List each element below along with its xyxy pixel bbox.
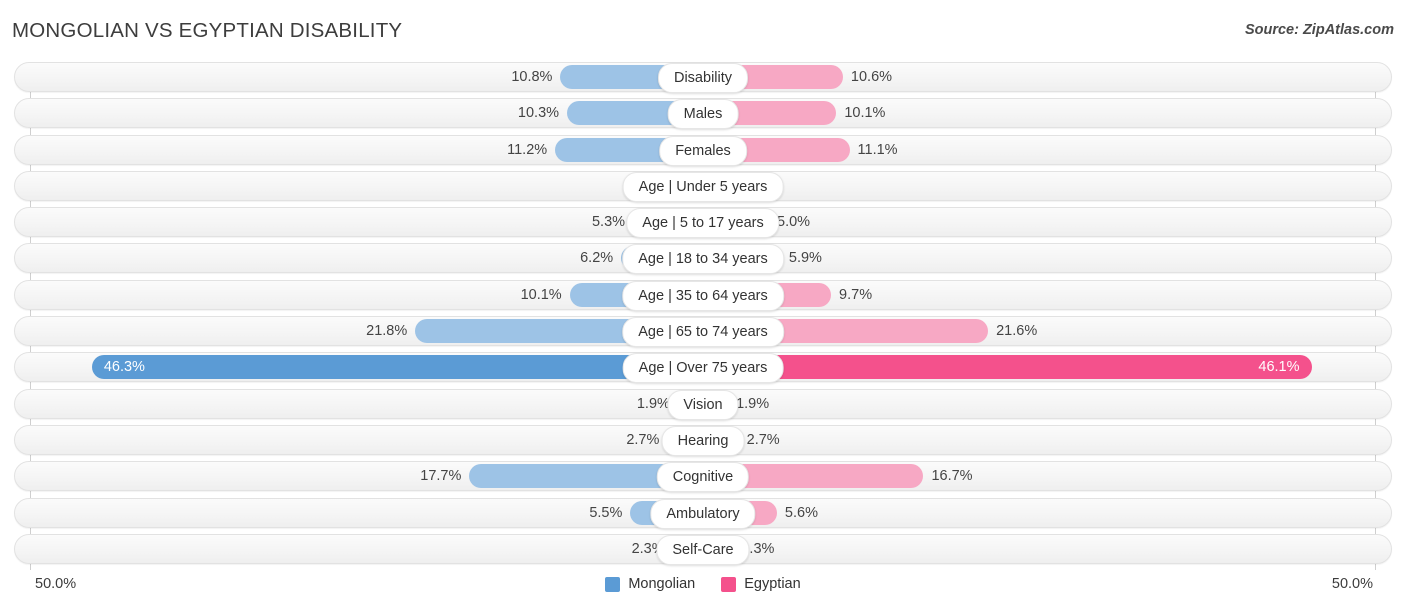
legend-label: Egyptian <box>744 576 801 592</box>
value-label-egyptian: 1.9% <box>736 395 770 412</box>
value-label-mongolian: 10.3% <box>517 105 560 122</box>
category-label[interactable]: Hearing <box>661 425 745 456</box>
category-label[interactable]: Age | 5 to 17 years <box>626 208 780 239</box>
category-label[interactable]: Males <box>667 99 739 130</box>
category-label[interactable]: Age | Under 5 years <box>622 171 784 202</box>
category-label[interactable]: Disability <box>657 63 749 93</box>
chart-row: 17.7% 16.7% Cognitive <box>0 461 1406 493</box>
legend-swatch-icon <box>721 576 737 592</box>
value-label-egyptian: 11.1% <box>857 141 898 158</box>
value-label-mongolian: 17.7% <box>420 468 462 485</box>
value-label-egyptian: 2.3% <box>741 540 775 557</box>
chart-footer: 50.0% 50.0% Mongolian Egyptian <box>0 570 1406 612</box>
value-label-egyptian: 5.6% <box>784 504 818 521</box>
legend-item[interactable]: Mongolian <box>605 576 695 592</box>
value-label-mongolian: 11.2% <box>507 141 548 158</box>
value-label-mongolian: 10.8% <box>511 69 553 85</box>
value-label-mongolian: 10.1% <box>520 286 562 303</box>
chart-row: 21.8% 21.6% Age | 65 to 74 years <box>0 316 1406 348</box>
chart-row: 1.9% 1.9% Vision <box>0 388 1406 420</box>
category-label[interactable]: Cognitive <box>656 462 750 493</box>
legend-label: Mongolian <box>628 576 696 592</box>
chart-row: 11.2% 11.1% Females <box>0 134 1406 166</box>
category-label[interactable]: Age | 35 to 64 years <box>622 280 784 311</box>
value-label-egyptian: 46.1% <box>1258 359 1300 376</box>
source-attribution: Source: ZipAtlas.com <box>1244 22 1394 38</box>
value-label-mongolian: 21.8% <box>366 323 408 340</box>
category-label[interactable]: Age | 65 to 74 years <box>622 317 784 348</box>
chart-row: 6.2% 5.9% Age | 18 to 34 years <box>0 243 1406 275</box>
chart-row: 5.5% 5.6% Ambulatory <box>0 497 1406 529</box>
value-label-mongolian: 46.3% <box>103 359 145 376</box>
legend-swatch-icon <box>605 576 621 592</box>
value-label-mongolian: 6.2% <box>580 250 614 267</box>
value-label-egyptian: 5.9% <box>788 250 822 267</box>
chart-row: 2.3% 2.3% Self-Care <box>0 533 1406 565</box>
value-label-egyptian: 21.6% <box>996 323 1038 340</box>
category-label[interactable]: Age | Over 75 years <box>622 353 784 384</box>
chart-header: MONGOLIAN VS EGYPTIAN DISABILITY Source:… <box>0 0 1406 62</box>
value-label-egyptian: 9.7% <box>839 286 873 303</box>
chart-row: 5.3% 5.0% Age | 5 to 17 years <box>0 207 1406 239</box>
category-label[interactable]: Ambulatory <box>650 498 756 529</box>
chart-row: 10.1% 9.7% Age | 35 to 64 years <box>0 279 1406 311</box>
value-label-egyptian: 16.7% <box>931 468 973 485</box>
value-label-egyptian: 5.0% <box>777 214 811 231</box>
value-label-mongolian: 5.3% <box>591 214 626 231</box>
bar-mongolian[interactable] <box>91 355 703 380</box>
category-label[interactable]: Females <box>659 135 747 166</box>
category-label[interactable]: Self-Care <box>656 534 750 565</box>
chart-legend: Mongolian Egyptian <box>0 576 1406 592</box>
chart-row: 2.7% 2.7% Hearing <box>0 424 1406 456</box>
value-label-egyptian: 2.7% <box>746 431 780 448</box>
value-label-mongolian: 5.5% <box>589 504 623 521</box>
value-label-egyptian: 10.6% <box>850 69 893 85</box>
chart-row: 10.3% 10.1% Males <box>0 98 1406 130</box>
chart-row: 46.3% 46.1% Age | Over 75 years <box>0 352 1406 384</box>
value-label-mongolian: 1.9% <box>636 395 670 412</box>
chart-plot-area: 10.8% 10.6% Disability 10.3% 10.1% Males 11.2%… <box>0 62 1406 570</box>
page-title: MONGOLIAN VS EGYPTIAN DISABILITY <box>12 19 403 42</box>
value-label-mongolian: 2.7% <box>626 431 660 448</box>
category-label[interactable]: Age | 18 to 34 years <box>622 244 784 275</box>
category-label[interactable]: Vision <box>667 389 739 420</box>
value-label-mongolian: 2.3% <box>631 540 665 557</box>
bar-egyptian[interactable] <box>703 355 1312 380</box>
legend-item[interactable]: Egyptian <box>721 576 801 592</box>
chart-row: 1.1%1.1%Age | Under 5 years <box>0 170 1406 202</box>
value-label-egyptian: 10.1% <box>844 105 886 122</box>
chart-rows: 10.8% 10.6% Disability 10.3% 10.1% Males 11.2%… <box>0 62 1406 570</box>
chart-row: 10.8% 10.6% Disability <box>0 62 1406 93</box>
